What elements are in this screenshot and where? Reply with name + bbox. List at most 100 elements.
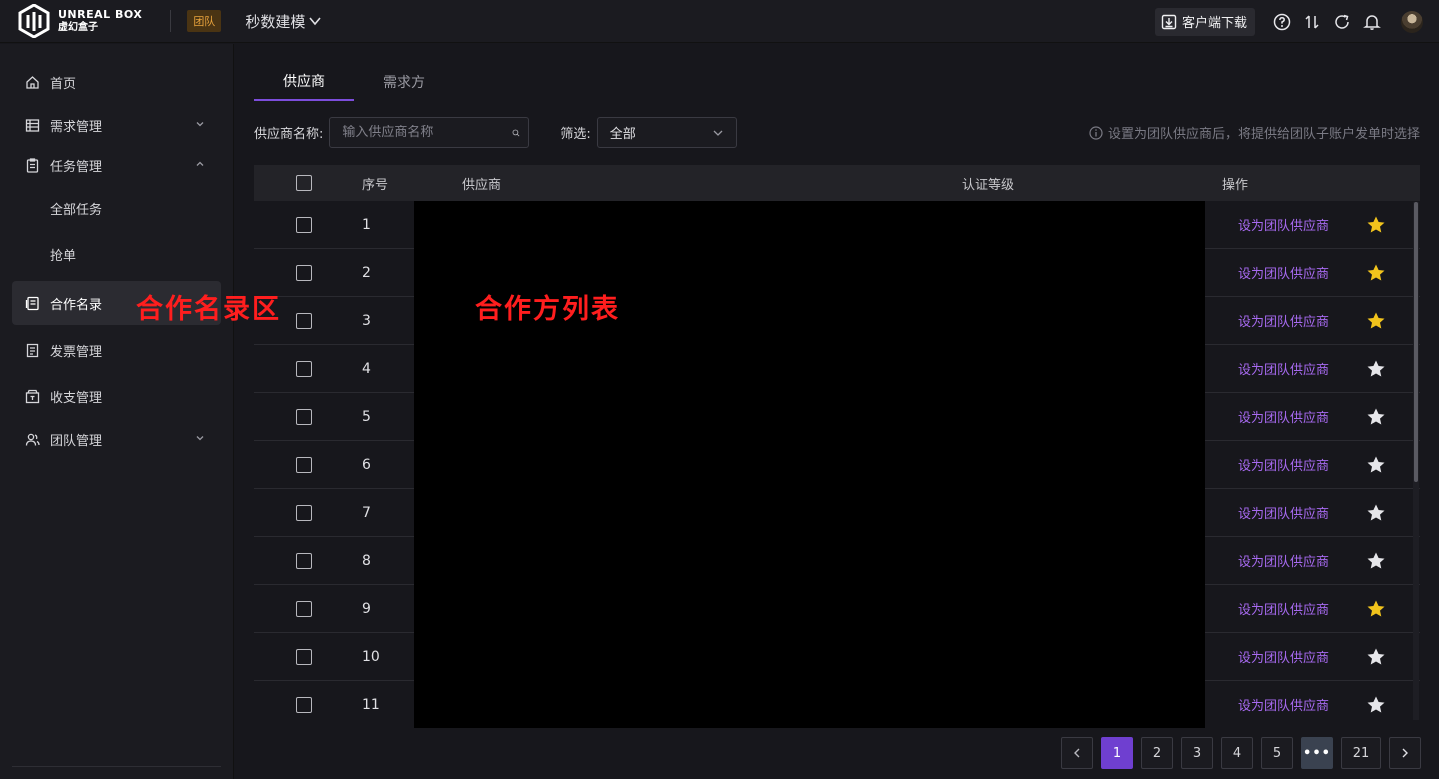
row-index: 1: [362, 216, 371, 233]
page-button[interactable]: 21: [1341, 737, 1381, 769]
table-body: 1 设为团队供应商 2 设为团队供应商 3 设为团队供应商 4 设为团队供应商 5 设为团队供应商…: [254, 201, 1420, 728]
set-team-supplier-link[interactable]: 设为团队供应商: [1238, 585, 1329, 632]
set-team-supplier-link[interactable]: 设为团队供应商: [1238, 633, 1329, 680]
client-download-label: 客户端下载: [1181, 16, 1247, 31]
top-divider: [170, 10, 172, 32]
sidebar-divider: [12, 766, 221, 767]
set-team-supplier-link[interactable]: 设为团队供应商: [1238, 249, 1329, 296]
set-team-supplier-link[interactable]: 设为团队供应商: [1238, 537, 1329, 584]
row-checkbox[interactable]: [296, 648, 312, 665]
page-button[interactable]: 3: [1181, 737, 1213, 769]
favorite-star-icon[interactable]: [1366, 633, 1386, 680]
table-row: 3 设为团队供应商: [254, 297, 1420, 345]
page-button[interactable]: 1: [1101, 737, 1133, 769]
chevron-down-icon: [713, 130, 723, 136]
favorite-star-icon[interactable]: [1366, 681, 1386, 728]
table-row: 7 设为团队供应商: [254, 489, 1420, 537]
filter-select[interactable]: 全部: [596, 117, 737, 148]
row-index: 2: [362, 264, 371, 281]
page-button[interactable]: 4: [1221, 737, 1253, 769]
favorite-star-icon[interactable]: [1366, 393, 1386, 440]
wallet-icon: [24, 388, 40, 404]
project-selector[interactable]: 秒数建模: [245, 11, 322, 32]
sort-icon[interactable]: [1303, 13, 1321, 31]
row-checkbox[interactable]: [296, 600, 312, 617]
row-index: 9: [362, 600, 371, 617]
row-index: 6: [362, 456, 371, 473]
annotation-partner-area: 合作名录区: [136, 294, 281, 325]
table-row: 9 设为团队供应商: [254, 585, 1420, 633]
table-icon: [24, 117, 40, 133]
row-checkbox[interactable]: [296, 312, 312, 329]
sidebar-item-team[interactable]: 团队管理: [12, 417, 221, 461]
row-checkbox[interactable]: [296, 408, 312, 425]
row-checkbox[interactable]: [296, 360, 312, 377]
row-checkbox[interactable]: [296, 456, 312, 473]
row-index: 8: [362, 552, 371, 569]
chevron-up-icon: [196, 161, 204, 166]
sidebar-item-tasks[interactable]: 任务管理: [12, 143, 221, 187]
row-checkbox[interactable]: [296, 264, 312, 281]
tab-suppliers[interactable]: 供应商: [254, 62, 354, 101]
sidebar-item-demand[interactable]: 需求管理: [12, 103, 221, 147]
header-index: 序号: [362, 177, 389, 193]
prev-page-button[interactable]: [1061, 737, 1093, 769]
sidebar-item-label: 合作名录: [50, 297, 103, 313]
row-checkbox[interactable]: [296, 696, 312, 713]
row-index: 10: [362, 648, 380, 665]
clipboard-icon: [24, 157, 40, 173]
chevron-right-icon: [1402, 748, 1408, 758]
page-button[interactable]: 5: [1261, 737, 1293, 769]
favorite-star-icon[interactable]: [1366, 201, 1386, 248]
sidebar-item-all-tasks[interactable]: 全部任务: [12, 186, 221, 230]
favorite-star-icon[interactable]: [1366, 537, 1386, 584]
top-bar: UNREAL BOX 虚幻盒子 团队 秒数建模 客户端下载: [0, 0, 1439, 43]
bell-icon[interactable]: [1363, 13, 1381, 31]
row-checkbox[interactable]: [296, 552, 312, 569]
row-checkbox[interactable]: [296, 216, 312, 233]
refresh-icon[interactable]: [1333, 13, 1351, 31]
search-icon[interactable]: [512, 126, 520, 140]
favorite-star-icon[interactable]: [1366, 249, 1386, 296]
sidebar-item-grab-order[interactable]: 抢单: [12, 232, 221, 276]
filter-label: 筛选:: [560, 127, 591, 142]
receipt-icon: [24, 342, 40, 358]
select-all-checkbox[interactable]: [296, 175, 312, 191]
logo[interactable]: UNREAL BOX 虚幻盒子: [18, 0, 142, 43]
next-page-button[interactable]: [1389, 737, 1421, 769]
favorite-star-icon[interactable]: [1366, 297, 1386, 344]
set-team-supplier-link[interactable]: 设为团队供应商: [1238, 297, 1329, 344]
user-avatar[interactable]: [1401, 10, 1423, 33]
set-team-supplier-link[interactable]: 设为团队供应商: [1238, 489, 1329, 536]
users-icon: [24, 431, 40, 447]
page-button[interactable]: 2: [1141, 737, 1173, 769]
row-checkbox[interactable]: [296, 504, 312, 521]
set-team-supplier-link[interactable]: 设为团队供应商: [1238, 393, 1329, 440]
set-team-supplier-link[interactable]: 设为团队供应商: [1238, 441, 1329, 488]
table-row: 2 设为团队供应商: [254, 249, 1420, 297]
table-row: 5 设为团队供应商: [254, 393, 1420, 441]
favorite-star-icon[interactable]: [1366, 489, 1386, 536]
team-supplier-hint: 设置为团队供应商后，将提供给团队子账户发单时选择: [1089, 123, 1420, 142]
scrollbar-thumb[interactable]: [1414, 202, 1418, 482]
sidebar-item-home[interactable]: 首页: [12, 60, 221, 104]
favorite-star-icon[interactable]: [1366, 345, 1386, 392]
client-download-button[interactable]: 客户端下载: [1154, 7, 1255, 36]
set-team-supplier-link[interactable]: 设为团队供应商: [1238, 345, 1329, 392]
favorite-star-icon[interactable]: [1366, 585, 1386, 632]
set-team-supplier-link[interactable]: 设为团队供应商: [1238, 201, 1329, 248]
help-icon[interactable]: [1273, 13, 1291, 31]
filter-select-value: 全部: [609, 127, 636, 142]
set-team-supplier-link[interactable]: 设为团队供应商: [1238, 681, 1329, 728]
more-pages-button[interactable]: •••: [1301, 737, 1333, 769]
tab-demanders[interactable]: 需求方: [354, 62, 454, 101]
book-icon: [24, 295, 40, 311]
chevron-down-icon: [309, 17, 321, 26]
sidebar-item-finance[interactable]: 收支管理: [12, 374, 221, 418]
project-name: 秒数建模: [245, 12, 306, 31]
home-icon: [24, 74, 40, 90]
favorite-star-icon[interactable]: [1366, 441, 1386, 488]
supplier-search-input[interactable]: [342, 125, 513, 140]
chevron-down-icon: [196, 436, 204, 441]
sidebar-item-invoices[interactable]: 发票管理: [12, 328, 221, 372]
